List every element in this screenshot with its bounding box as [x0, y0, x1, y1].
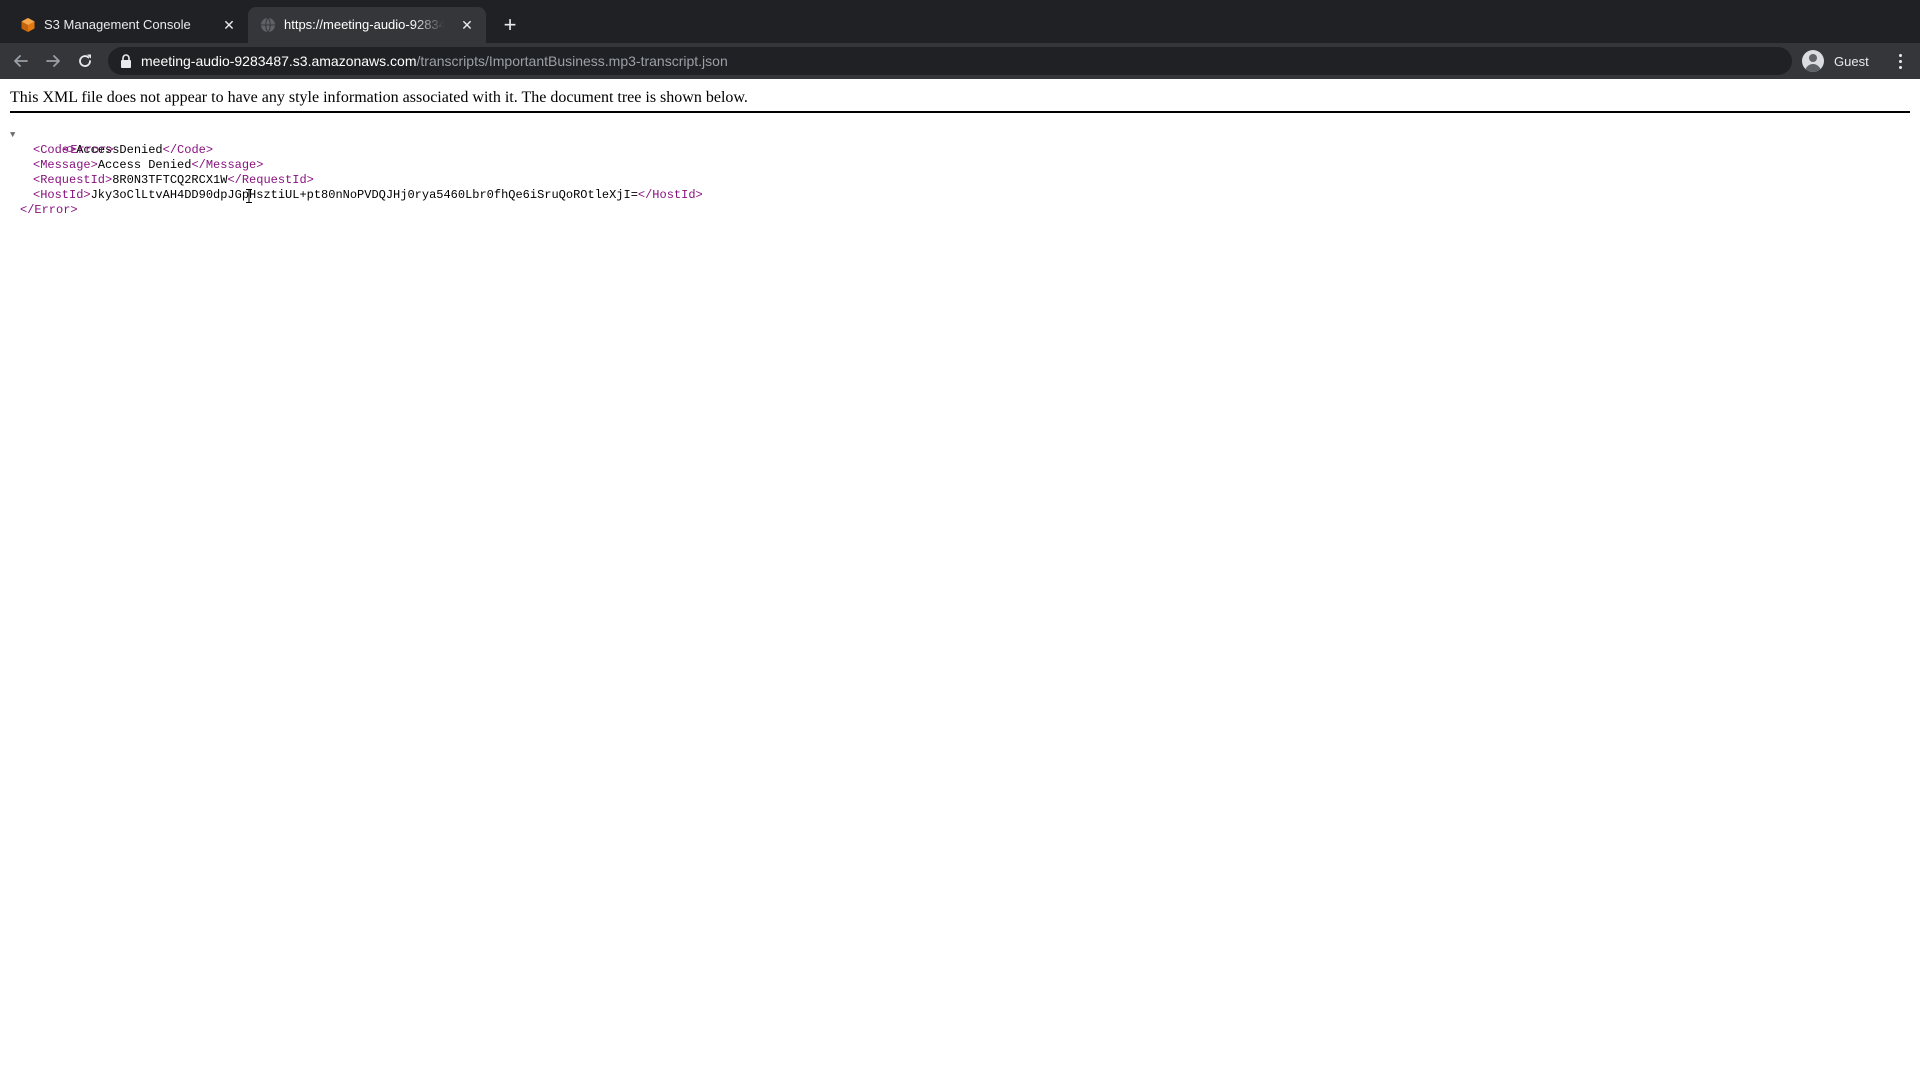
close-tab-icon[interactable]: ✕ [458, 16, 476, 34]
close-tab-icon[interactable]: ✕ [220, 16, 238, 34]
tab-s3-object[interactable]: https://meeting-audio-9283487 ✕ [248, 7, 486, 43]
xml-root-close: </Error> [20, 203, 78, 217]
page-content: This XML file does not appear to have an… [0, 79, 1920, 1080]
tab-title: https://meeting-audio-9283487 [284, 17, 444, 32]
aws-s3-icon [20, 17, 36, 33]
lock-icon[interactable] [120, 54, 132, 68]
new-tab-button[interactable]: + [498, 13, 522, 37]
browser-toolbar: meeting-audio-9283487.s3.amazonaws.com/t… [0, 43, 1920, 79]
xml-value: Access Denied [97, 158, 192, 172]
url-path: /transcripts/ImportantBusiness.mp3-trans… [416, 53, 728, 69]
tab-strip: S3 Management Console ✕ https://meeting-… [0, 0, 1920, 43]
reload-button[interactable] [73, 49, 97, 73]
tab-s3-console[interactable]: S3 Management Console ✕ [8, 7, 248, 43]
globe-icon [260, 17, 276, 33]
reload-icon [79, 54, 91, 67]
browser-menu-button[interactable] [1888, 49, 1912, 73]
divider [10, 111, 1910, 113]
xml-value: Jky3oClLtvAH4DD90dpJGpHsztiUL+pt80nNoPVD… [90, 188, 638, 202]
back-button[interactable] [9, 49, 33, 73]
xml-node-hostid: <HostId>Jky3oClLtvAH4DD90dpJGpHsztiUL+pt… [33, 188, 703, 202]
url-host: meeting-audio-9283487.s3.amazonaws.com [141, 53, 417, 69]
xml-tree: ▼ <Error> <Code>AccessDenied</Code> <Mess… [10, 128, 703, 218]
arrow-right-icon [46, 55, 60, 67]
xml-node-code: <Code>AccessDenied</Code> [33, 143, 214, 157]
tab-title: S3 Management Console [44, 17, 191, 32]
xml-style-notice: This XML file does not appear to have an… [10, 89, 748, 106]
profile-button[interactable]: Guest [1800, 47, 1890, 75]
xml-root-open: ▼ <Error> [10, 128, 114, 157]
address-bar[interactable]: meeting-audio-9283487.s3.amazonaws.com/t… [108, 47, 1792, 75]
menu-dot-icon [1898, 65, 1902, 69]
menu-dot-icon [1898, 53, 1902, 57]
xml-node-requestid: <RequestId>8R0N3TFTCQ2RCX1W</RequestId> [33, 173, 314, 187]
forward-button[interactable] [41, 49, 65, 73]
url-text[interactable]: meeting-audio-9283487.s3.amazonaws.com/t… [141, 53, 728, 69]
guest-avatar-icon [1802, 50, 1824, 72]
xml-node-message: <Message>Access Denied</Message> [33, 158, 264, 172]
arrow-left-icon [14, 55, 28, 67]
xml-value: 8R0N3TFTCQ2RCX1W [112, 173, 228, 187]
profile-label: Guest [1834, 53, 1869, 69]
text-cursor-icon [246, 189, 252, 203]
collapse-toggle-icon[interactable]: ▼ [10, 128, 15, 143]
menu-dot-icon [1898, 59, 1902, 63]
